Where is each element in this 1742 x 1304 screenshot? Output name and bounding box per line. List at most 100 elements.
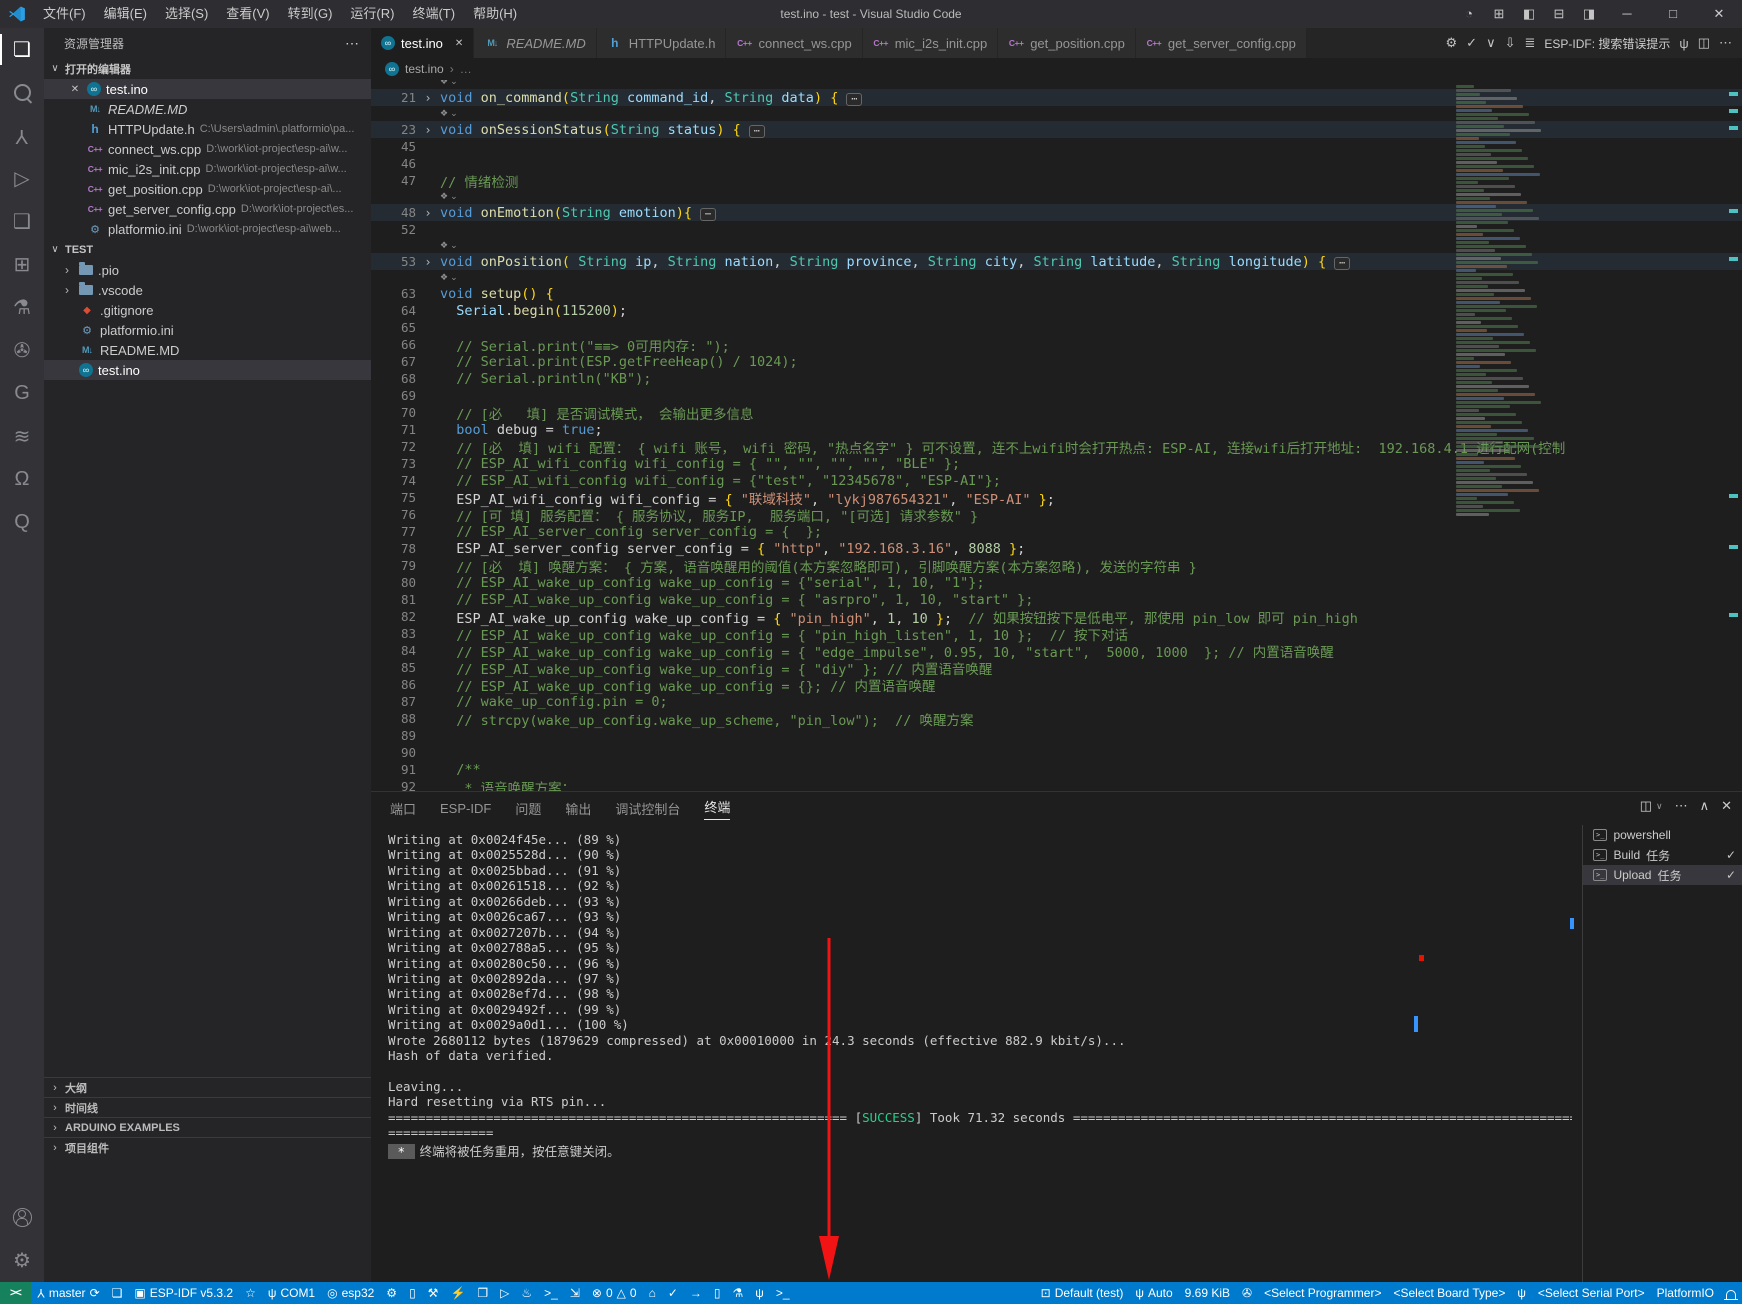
tree-item[interactable]: ›.pio bbox=[44, 260, 371, 280]
status-star[interactable]: ☆ bbox=[239, 1282, 262, 1304]
codelens-icon[interactable]: ❖ bbox=[440, 191, 448, 202]
split-terminal-icon[interactable]: ◫ bbox=[1640, 798, 1652, 814]
maximize-button[interactable]: □ bbox=[1650, 0, 1696, 28]
customize-layout-icon[interactable]: ⊞ bbox=[1484, 6, 1514, 22]
activity-item-settings-gear[interactable]: ⚙ bbox=[0, 1239, 44, 1282]
activity-item-platformio-tools[interactable]: ✇ bbox=[0, 329, 44, 372]
open-editors-header[interactable]: ∨ 打开的编辑器 bbox=[44, 58, 371, 79]
codelens-icon[interactable]: ❖ bbox=[440, 80, 448, 87]
toggle-sidebar-icon[interactable]: ◧ bbox=[1514, 6, 1544, 22]
panel-tab-ESP-IDF[interactable]: ESP-IDF bbox=[440, 801, 491, 816]
menu-item[interactable]: 运行(R) bbox=[341, 0, 403, 28]
close-panel-icon[interactable]: ✕ bbox=[1721, 798, 1732, 814]
more-actions-icon[interactable]: ⋯ bbox=[1719, 35, 1732, 51]
status-espidf-flash[interactable]: ⚡ bbox=[444, 1282, 471, 1304]
editor-tab[interactable]: C++mic_i2s_init.cpp bbox=[863, 28, 999, 58]
espidf-search-error-button[interactable]: ESP-IDF: 搜索错误提示 bbox=[1544, 35, 1670, 52]
tree-item[interactable]: M↓README.MD bbox=[44, 340, 371, 360]
status-espidf-tools[interactable]: ⚒ bbox=[422, 1282, 445, 1304]
activity-item-source-control[interactable]: Y bbox=[0, 114, 44, 157]
activity-item-codegeex[interactable]: G bbox=[0, 372, 44, 415]
menu-item[interactable]: 帮助(H) bbox=[464, 0, 526, 28]
serial-plug-icon[interactable]: ψ bbox=[1679, 36, 1688, 51]
codelens-icon[interactable]: ❖ bbox=[440, 272, 448, 283]
status-espidf-flame[interactable]: ♨ bbox=[515, 1282, 538, 1304]
task-item-Build[interactable]: >_Build任务✓ bbox=[1583, 845, 1742, 865]
fold-chevron-icon[interactable]: › bbox=[416, 206, 440, 220]
status-serial-port-com1[interactable]: ψCOM1 bbox=[262, 1282, 321, 1304]
editor-tab[interactable]: C++connect_ws.cpp bbox=[726, 28, 862, 58]
toggle-panel-icon[interactable]: ⊟ bbox=[1544, 6, 1574, 22]
status-espidf-monitor[interactable]: ❐ bbox=[471, 1282, 494, 1304]
open-editor-item[interactable]: C++get_position.cppD:\work\iot-project\e… bbox=[44, 179, 371, 199]
status-pio-terminal[interactable]: >_ bbox=[770, 1282, 796, 1304]
toggle-secondary-sidebar-icon[interactable]: ◨ bbox=[1574, 6, 1604, 22]
sidebar-section-项目组件[interactable]: ›项目组件 bbox=[44, 1137, 371, 1157]
fold-chevron-icon[interactable]: › bbox=[416, 91, 440, 105]
more-actions-icon[interactable]: ⋯ bbox=[1675, 798, 1688, 814]
status-menuconfig-gear[interactable]: ⚙ bbox=[380, 1282, 403, 1304]
status-port-auto[interactable]: ψAuto bbox=[1129, 1282, 1178, 1304]
status-ram-usage[interactable]: 9.69 KiB bbox=[1179, 1282, 1236, 1304]
status-port-plug[interactable]: ψ bbox=[1511, 1282, 1532, 1304]
status-platformio-label[interactable]: PlatformIO bbox=[1651, 1282, 1720, 1304]
status-select-serial-port[interactable]: <Select Serial Port> bbox=[1532, 1282, 1651, 1304]
editor-tab[interactable]: hHTTPUpdate.h bbox=[597, 28, 727, 58]
status-pio-build[interactable]: ✓ bbox=[662, 1282, 684, 1304]
sidebar-section-ARDUINO EXAMPLES[interactable]: ›ARDUINO EXAMPLES bbox=[44, 1117, 371, 1137]
panel-tab-问题[interactable]: 问题 bbox=[515, 799, 541, 818]
espidf-lint-icon[interactable]: ≣ bbox=[1525, 35, 1536, 51]
status-pio-programmer-icon[interactable]: ✇ bbox=[1236, 1282, 1258, 1304]
code-editor[interactable]: ❖⌄21›void on_command(String command_id, … bbox=[371, 80, 1742, 792]
maximize-panel-icon[interactable]: ∧ bbox=[1700, 798, 1710, 814]
split-editor-icon[interactable]: ◫ bbox=[1698, 35, 1710, 51]
open-editor-item[interactable]: C++connect_ws.cppD:\work\iot-project\esp… bbox=[44, 139, 371, 159]
panel-tab-终端[interactable]: 终端 bbox=[704, 797, 730, 820]
status-notifications[interactable] bbox=[1720, 1282, 1742, 1304]
menu-item[interactable]: 编辑(E) bbox=[95, 0, 156, 28]
close-icon[interactable]: ✕ bbox=[455, 38, 463, 49]
status-espidf-version[interactable]: ▣ESP-IDF v5.3.2 bbox=[128, 1282, 239, 1304]
activity-item-search[interactable] bbox=[0, 71, 44, 114]
status-select-board-type[interactable]: <Select Board Type> bbox=[1387, 1282, 1511, 1304]
status-select-programmer[interactable]: <Select Programmer> bbox=[1258, 1282, 1387, 1304]
codelens-icon[interactable]: ❖ bbox=[440, 108, 448, 119]
status-pio-env-esp32[interactable]: ◎esp32 bbox=[321, 1282, 380, 1304]
status-pio-serial-monitor[interactable]: ψ bbox=[749, 1282, 770, 1304]
minimap[interactable] bbox=[1456, 85, 1546, 529]
breadcrumb[interactable]: ∞ test.ino › … bbox=[371, 58, 1742, 80]
menu-item[interactable]: 转到(G) bbox=[279, 0, 342, 28]
panel-tab-端口[interactable]: 端口 bbox=[390, 799, 416, 818]
status-pio-clean[interactable]: ▯ bbox=[708, 1282, 727, 1304]
fold-chevron-icon[interactable]: › bbox=[416, 123, 440, 137]
menu-item[interactable]: 查看(V) bbox=[217, 0, 278, 28]
codegeex-settings-icon[interactable]: ⚙ bbox=[1446, 35, 1458, 51]
pio-build-check-icon[interactable]: ✓ bbox=[1466, 35, 1477, 51]
activity-item-testing[interactable]: ⚗ bbox=[0, 286, 44, 329]
tree-item[interactable]: ⚙platformio.ini bbox=[44, 320, 371, 340]
task-item-powershell[interactable]: >_powershell bbox=[1583, 825, 1742, 845]
open-editor-item[interactable]: M↓README.MD bbox=[44, 99, 371, 119]
status-remote-indicator[interactable]: >< bbox=[0, 1282, 31, 1304]
status-espidf-flash-monitor[interactable]: ⇲ bbox=[564, 1282, 586, 1304]
terminal-output[interactable]: Writing at 0x0024f45e... (89 %)Writing a… bbox=[388, 832, 1572, 1278]
activity-item-run-debug[interactable]: ▷ bbox=[0, 157, 44, 200]
editor-tab[interactable]: C++get_server_config.cpp bbox=[1136, 28, 1307, 58]
status-pio-copy[interactable]: ❏ bbox=[106, 1282, 129, 1304]
activity-item-espressif-idf[interactable]: ≋ bbox=[0, 415, 44, 458]
minimize-button[interactable]: ─ bbox=[1604, 0, 1650, 28]
status-espidf-debug[interactable]: ▷ bbox=[494, 1282, 515, 1304]
copilot-icon[interactable]: ◔ bbox=[1454, 6, 1484, 22]
editor-tab[interactable]: M↓README.MD bbox=[474, 28, 596, 58]
panel-tab-调试控制台[interactable]: 调试控制台 bbox=[615, 799, 680, 818]
status-pio-upload[interactable]: → bbox=[684, 1282, 708, 1304]
open-editor-item[interactable]: ⚙platformio.iniD:\work\iot-project\esp-a… bbox=[44, 219, 371, 239]
status-problems[interactable]: ⊗0△0 bbox=[586, 1282, 643, 1304]
open-editor-item[interactable]: C++mic_i2s_init.cppD:\work\iot-project\e… bbox=[44, 159, 371, 179]
sidebar-section-大纲[interactable]: ›大纲 bbox=[44, 1077, 371, 1097]
workspace-header[interactable]: ∨ TEST bbox=[44, 239, 371, 260]
status-pio-home[interactable]: ⌂ bbox=[643, 1282, 662, 1304]
activity-item-assistant[interactable]: Q bbox=[0, 501, 44, 544]
open-editor-item[interactable]: C++get_server_config.cppD:\work\iot-proj… bbox=[44, 199, 371, 219]
activity-item-extensions[interactable]: ⊞ bbox=[0, 243, 44, 286]
